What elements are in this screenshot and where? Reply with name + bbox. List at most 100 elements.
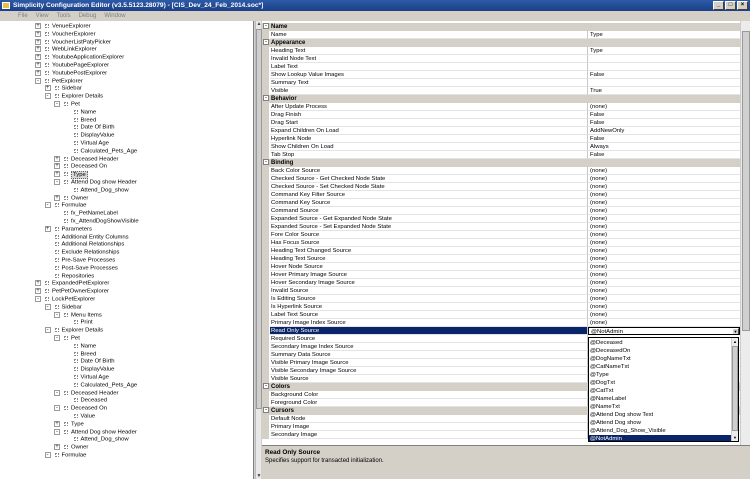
tree-node[interactable]: Calculated_Pets_Age — [64, 148, 137, 156]
property-value[interactable]: (none) — [588, 303, 740, 311]
tree-node[interactable]: fx_AttendDogShowVisible — [54, 218, 139, 226]
property-row[interactable]: Drag Finish False — [262, 111, 740, 119]
expand-icon[interactable]: + — [35, 62, 41, 68]
tree-node[interactable]: - PetExplorer — [35, 77, 83, 86]
collapse-icon[interactable]: - — [54, 335, 60, 341]
tree-node[interactable]: Post-Save Processes — [45, 265, 118, 273]
dropdown-option[interactable]: @DeceasedOn — [589, 347, 732, 355]
property-value[interactable]: (none) — [588, 191, 740, 199]
tree-node[interactable]: + Deceased Header — [54, 155, 118, 164]
tree-node[interactable]: Breed — [64, 117, 96, 125]
expand-icon[interactable]: + — [54, 420, 60, 427]
tree-node[interactable]: + Parameters — [44, 225, 92, 234]
collapse-icon[interactable]: - — [54, 405, 60, 412]
expand-icon[interactable]: + — [35, 69, 41, 76]
property-value[interactable]: (none) — [588, 215, 740, 223]
expand-icon[interactable]: + — [35, 288, 41, 295]
tree-node[interactable]: + PetPetOwnerExplorer — [35, 288, 109, 296]
collapse-icon[interactable]: - — [54, 389, 60, 396]
collapse-icon[interactable]: - — [263, 159, 269, 166]
expand-icon[interactable]: + — [35, 30, 41, 37]
property-row[interactable]: Hover Secondary Image Source (none) — [262, 279, 740, 287]
tree-node[interactable]: Repositories — [45, 273, 94, 281]
property-row[interactable]: Command Key Source (none) — [262, 199, 740, 207]
collapse-icon[interactable]: - — [263, 23, 269, 30]
property-value[interactable]: False — [588, 71, 740, 79]
tree-node[interactable]: fx_PetNameLabel — [54, 210, 118, 218]
property-value[interactable] — [588, 63, 740, 71]
property-value[interactable] — [588, 55, 740, 63]
property-value[interactable]: (none) — [588, 175, 740, 183]
expand-icon[interactable]: + — [35, 54, 41, 61]
property-value[interactable]: (none) — [588, 199, 740, 207]
property-value[interactable]: (none) — [588, 247, 740, 255]
menu-tools[interactable]: Tools — [53, 11, 75, 21]
menu-file[interactable]: File — [14, 11, 32, 21]
expand-icon[interactable]: + — [54, 194, 60, 201]
property-value[interactable]: (none) — [588, 183, 740, 191]
tree-node[interactable]: Virtual Age — [64, 140, 109, 148]
tree-node[interactable]: Virtual Age — [64, 374, 109, 382]
dropdown-arrow-icon[interactable]: ▼ — [732, 328, 739, 334]
property-row[interactable]: Heading Text Source (none) — [262, 255, 740, 263]
close-button[interactable]: × — [737, 1, 748, 10]
expand-icon[interactable]: + — [54, 444, 60, 451]
property-row[interactable]: Hover Primary Image Source (none) — [262, 271, 740, 279]
collapse-icon[interactable]: - — [54, 311, 60, 318]
collapse-icon[interactable]: - — [263, 39, 269, 46]
property-row[interactable]: Show Children On Load Always — [262, 143, 740, 151]
expand-icon[interactable]: + — [35, 23, 41, 29]
property-row[interactable]: Read Only Source @NotAdmin ▼ — [262, 327, 740, 335]
tree-node[interactable]: - Sidebar — [44, 303, 82, 312]
property-row[interactable]: Hover Node Source (none) — [262, 263, 740, 271]
tree-node[interactable]: + YoutubePostExplorer — [35, 69, 107, 78]
tree-node[interactable]: Name — [64, 109, 96, 117]
dropdown-option[interactable]: @CatNameTxt — [589, 363, 732, 371]
tree-node[interactable]: - Attend Dog show Header — [54, 179, 137, 187]
collapse-icon[interactable]: - — [44, 202, 51, 209]
property-value[interactable]: (none) — [588, 103, 740, 111]
collapse-icon[interactable]: - — [263, 95, 269, 102]
property-row[interactable]: Expanded Source - Get Expanded Node Stat… — [262, 215, 740, 223]
dropdown-scroll-down-icon[interactable]: ▼ — [732, 434, 738, 441]
menu-debug[interactable]: Debug — [75, 11, 101, 21]
dropdown-scrollbar[interactable]: ▲ ▼ — [731, 338, 738, 441]
dropdown-scroll-thumb[interactable] — [732, 346, 738, 431]
tree-node[interactable]: - Attend Dog show Header — [54, 428, 137, 437]
property-value[interactable] — [588, 79, 740, 87]
tree-node[interactable]: + VoucherExplorer — [35, 30, 96, 39]
dropdown-option[interactable]: @Deceased — [589, 339, 732, 347]
tree-node[interactable]: - Explorer Details — [44, 327, 103, 335]
menu-window[interactable]: Window — [100, 11, 129, 21]
dropdown-option[interactable]: @NotAdmin — [589, 435, 732, 441]
tree-node[interactable]: + VoucherListPatyPicker — [35, 38, 111, 47]
property-row[interactable]: Command Key Filter Source (none) — [262, 191, 740, 199]
collapse-icon[interactable]: - — [35, 296, 41, 302]
property-value[interactable]: AddNewOnly — [588, 127, 740, 135]
tree-node[interactable]: + Sidebar — [44, 85, 82, 93]
property-value[interactable]: Always — [588, 143, 740, 151]
tree-node[interactable]: Additional Relationships — [45, 241, 124, 249]
expand-icon[interactable]: + — [35, 46, 41, 53]
collapse-icon[interactable]: - — [44, 327, 51, 334]
resize-grip-icon[interactable]: ⊿ — [590, 434, 595, 441]
property-value[interactable]: Type — [588, 47, 740, 55]
tree-node[interactable]: - Deceased Header — [54, 389, 118, 398]
tree-node[interactable]: + Owner — [54, 194, 88, 203]
collapse-icon[interactable]: - — [44, 452, 51, 458]
property-row[interactable]: Drag Start False — [262, 119, 740, 127]
property-value[interactable]: (none) — [588, 255, 740, 263]
property-value[interactable]: (none) — [588, 319, 740, 327]
dropdown-option[interactable]: @DogNameTxt — [589, 355, 732, 363]
dropdown-scroll-up-icon[interactable]: ▲ — [732, 338, 738, 345]
dropdown-option[interactable]: @CatTxt — [589, 387, 732, 395]
property-value[interactable]: (none) — [588, 271, 740, 279]
tree-node[interactable]: + Type — [54, 420, 84, 429]
dropdown-option[interactable]: @NameTxt — [589, 403, 732, 411]
collapse-icon[interactable]: - — [44, 93, 51, 100]
collapse-icon[interactable]: - — [44, 303, 51, 310]
property-row[interactable]: Back Color Source (none) — [262, 167, 740, 175]
property-row[interactable]: Name Type — [262, 31, 740, 39]
dropdown-option[interactable]: @DogTxt — [589, 379, 732, 387]
minimize-button[interactable]: _ — [713, 1, 724, 10]
